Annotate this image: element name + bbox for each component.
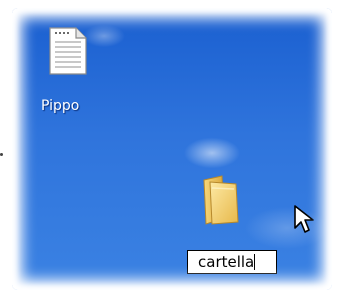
text-file-graphic <box>49 27 87 75</box>
rename-input-value: cartella <box>198 253 255 271</box>
arrow-cursor-icon <box>293 204 317 236</box>
desktop[interactable]: Pippo cartella <box>12 8 332 290</box>
rename-input[interactable]: cartella <box>187 250 277 274</box>
screenshot: Pippo cartella <box>0 0 343 302</box>
folder-icon[interactable] <box>196 174 242 226</box>
stray-dot <box>0 153 3 156</box>
folder-graphic <box>203 175 239 225</box>
cursor-graphic <box>294 205 314 233</box>
text-file-icon[interactable] <box>46 26 90 76</box>
file-label-pippo[interactable]: Pippo <box>41 98 79 114</box>
text-caret <box>254 254 256 270</box>
